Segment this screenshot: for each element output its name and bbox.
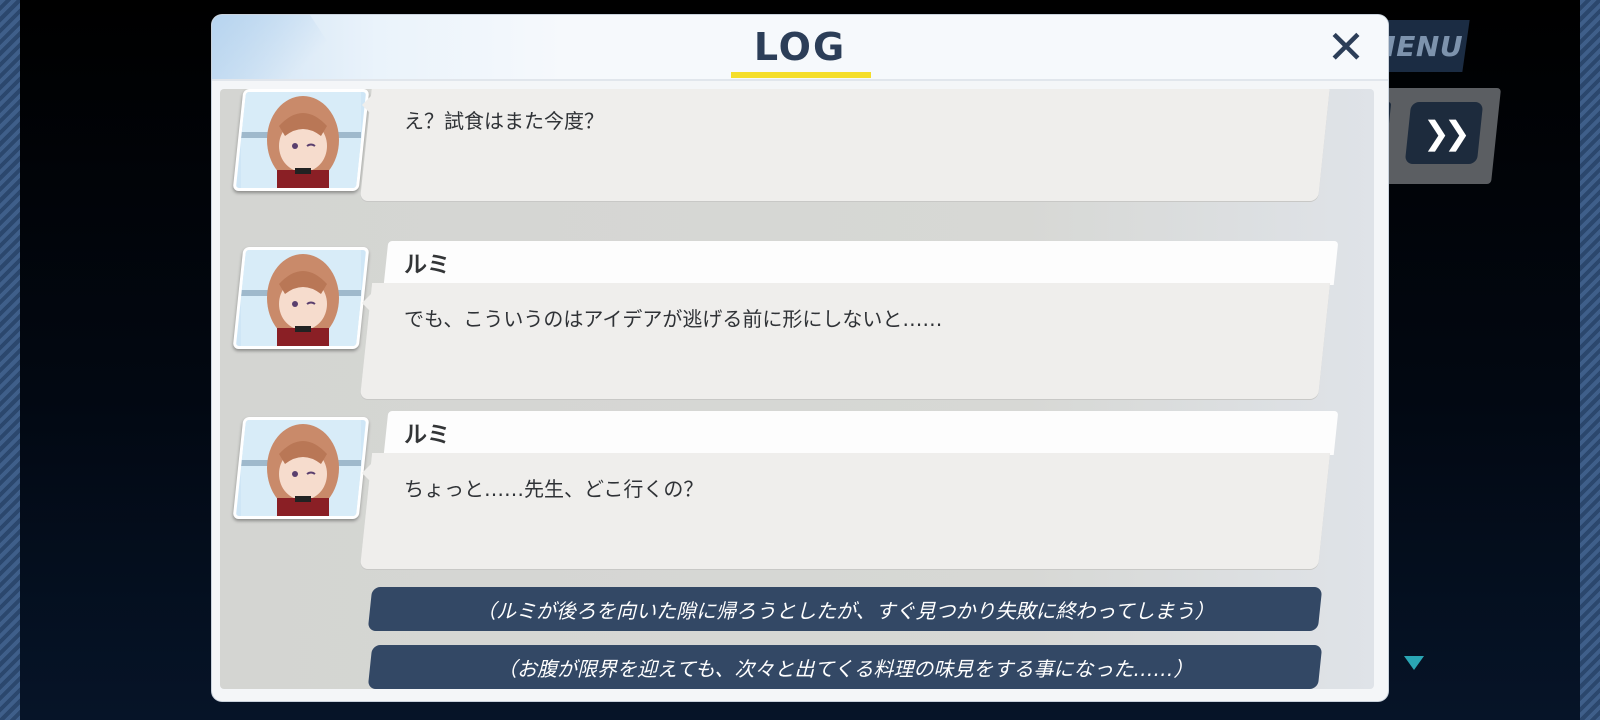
right-edge-decoration <box>1580 0 1600 720</box>
narration-text: （ルミが後ろを向いた隙に帰ろうとしたが、すぐ見つかり失敗に終わってしまう） <box>475 598 1215 623</box>
log-panel: LOG ✕ ルミ <box>212 15 1388 701</box>
message-tail <box>362 91 376 119</box>
close-icon: ✕ <box>1326 20 1366 74</box>
message-tail <box>362 289 376 317</box>
log-entry: ルミ ちょっと……先生、どこ行くの？ <box>220 411 1374 571</box>
log-title: LOG <box>753 25 847 69</box>
speaker-name: ルミ <box>404 422 450 448</box>
message-box <box>359 453 1331 569</box>
log-header: LOG ✕ <box>212 15 1388 81</box>
log-entry: ルミ でも、こういうのはアイデアが逃げる前に形にしないと…… <box>220 241 1374 401</box>
speaker-name-bar <box>383 241 1339 285</box>
message-text: え？試食はまた今度？ <box>404 109 604 133</box>
message-text: ちょっと……先生、どこ行くの？ <box>404 477 704 501</box>
narration-bar: （お腹が限界を迎えても、次々と出てくる料理の味見をする事になった……） <box>367 645 1323 689</box>
title-underline <box>731 72 871 78</box>
message-text: でも、こういうのはアイデアが逃げる前に形にしないと…… <box>404 307 943 331</box>
message-box <box>359 283 1331 399</box>
next-indicator-icon <box>1404 656 1424 670</box>
log-list[interactable]: ルミ え？試食はまた今度？ ルミ <box>220 89 1374 689</box>
speaker-portrait <box>232 417 370 519</box>
speaker-portrait <box>232 89 370 191</box>
close-button[interactable]: ✕ <box>1324 24 1368 70</box>
speaker-name: ルミ <box>404 252 450 278</box>
left-edge-decoration <box>0 0 20 720</box>
log-entry: ルミ え？試食はまた今度？ <box>220 89 1374 203</box>
message-tail <box>362 459 376 487</box>
narration-text: （お腹が限界を迎えても、次々と出てくる料理の味見をする事になった……） <box>496 656 1194 681</box>
fast-forward-button[interactable]: ❯❯ <box>1404 102 1484 164</box>
narration-bar: （ルミが後ろを向いた隙に帰ろうとしたが、すぐ見つかり失敗に終わってしまう） <box>367 587 1323 631</box>
speaker-portrait <box>232 247 370 349</box>
double-chevron-right-icon: ❯❯ <box>1423 114 1465 152</box>
speaker-name-bar <box>383 411 1339 455</box>
